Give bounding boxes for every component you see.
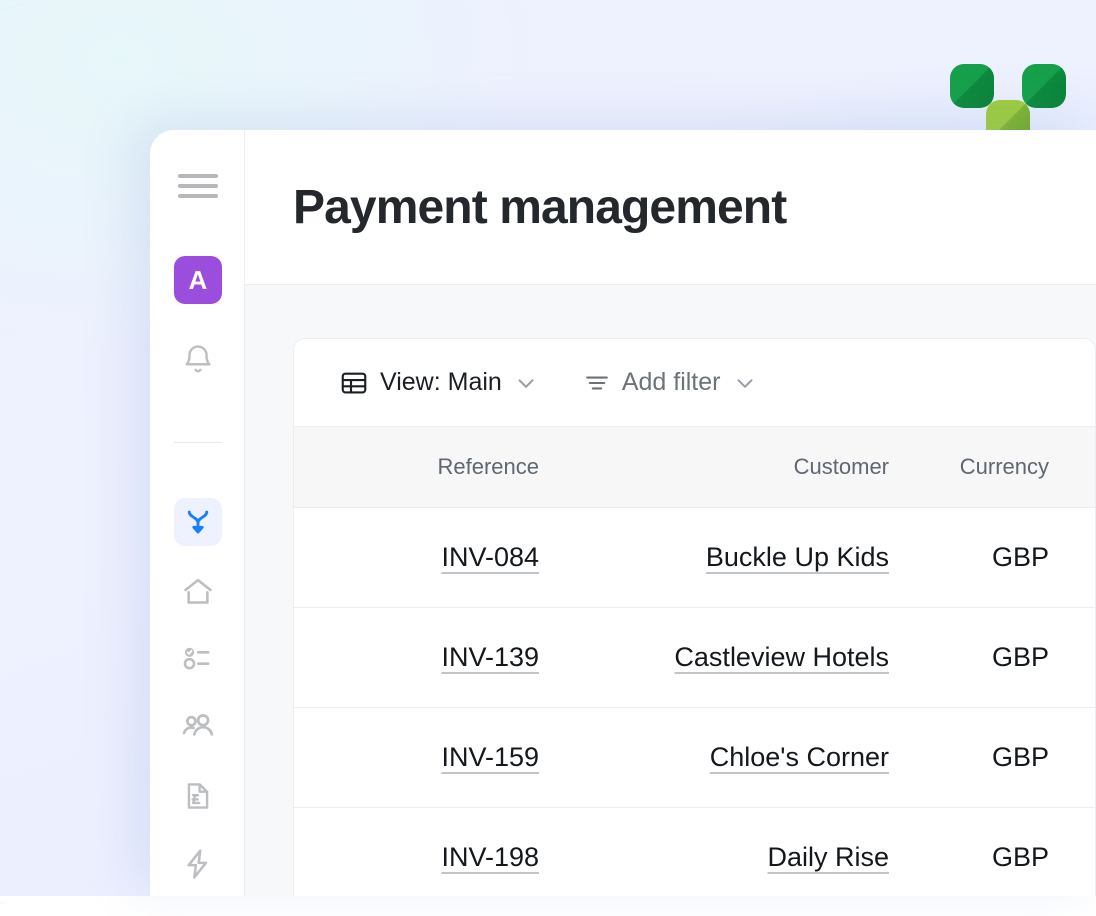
cell-customer: Buckle Up Kids xyxy=(539,507,889,607)
sidebar-item-automations[interactable] xyxy=(174,840,222,888)
cell-customer: Castleview Hotels xyxy=(539,607,889,707)
logo-tile-top-left xyxy=(950,64,994,108)
table-row[interactable]: INV-084 Buckle Up Kids GBP xyxy=(294,507,1095,607)
chevron-down-icon xyxy=(732,370,758,396)
customer-link[interactable]: Daily Rise xyxy=(767,842,889,872)
table-row[interactable]: INV-198 Daily Rise GBP xyxy=(294,807,1095,896)
sidebar-rail: A xyxy=(150,130,245,896)
table-header: Reference Customer Currency xyxy=(294,427,1095,507)
cell-currency: GBP xyxy=(889,507,1049,607)
cell-customer: Daily Rise xyxy=(539,807,889,896)
page-header: Payment management xyxy=(245,130,1096,285)
table-grid-icon xyxy=(339,368,369,398)
reference-link[interactable]: INV-084 xyxy=(441,542,539,572)
lightning-icon xyxy=(181,847,215,881)
people-icon xyxy=(180,708,216,744)
invoice-gbp-icon xyxy=(182,780,214,812)
reference-link[interactable]: INV-139 xyxy=(441,642,539,672)
chevron-down-icon xyxy=(513,370,539,396)
table-header-row: Reference Customer Currency xyxy=(294,427,1095,507)
payments-table: Reference Customer Currency INV-084 Buck… xyxy=(294,427,1095,896)
sidebar-item-invoices[interactable] xyxy=(174,772,222,820)
cell-reference: INV-084 xyxy=(294,507,539,607)
add-filter-label: Add filter xyxy=(622,368,721,397)
avatar: A xyxy=(174,256,222,304)
table-toolbar: View: Main Add filt xyxy=(294,339,1095,427)
sidebar-item-contacts[interactable] xyxy=(174,702,222,750)
sidebar-item-home[interactable] xyxy=(174,568,222,616)
table-row[interactable]: INV-159 Chloe's Corner GBP xyxy=(294,707,1095,807)
backdrop-streak-decoration-bottom xyxy=(0,796,160,916)
table-body: INV-084 Buckle Up Kids GBP INV-139 Castl… xyxy=(294,507,1095,896)
page-title: Payment management xyxy=(293,180,786,235)
merge-arrow-icon xyxy=(183,507,213,537)
filter-lines-icon xyxy=(583,369,611,397)
sidebar-item-tasks[interactable] xyxy=(174,634,222,682)
column-header-spacer xyxy=(1049,427,1095,507)
column-header-reference[interactable]: Reference xyxy=(294,427,539,507)
payments-table-card: View: Main Add filt xyxy=(293,338,1096,896)
cell-currency: GBP xyxy=(889,807,1049,896)
notifications-button[interactable] xyxy=(174,336,222,384)
main-column: Payment management View: Main xyxy=(245,130,1096,896)
sidebar-divider xyxy=(174,442,222,443)
reference-link[interactable]: INV-159 xyxy=(441,742,539,772)
customer-link[interactable]: Buckle Up Kids xyxy=(706,542,889,572)
add-filter-button[interactable]: Add filter xyxy=(577,364,764,401)
app-window: A xyxy=(150,130,1096,896)
cell-reference: INV-159 xyxy=(294,707,539,807)
avatar-button[interactable]: A xyxy=(174,256,222,304)
view-selector-label: View: Main xyxy=(380,368,502,397)
sidebar-item-payments[interactable] xyxy=(174,498,222,546)
cell-currency: GBP xyxy=(889,707,1049,807)
home-icon xyxy=(181,575,215,609)
cell-spacer xyxy=(1049,707,1095,807)
cell-reference: INV-139 xyxy=(294,607,539,707)
cell-spacer xyxy=(1049,607,1095,707)
column-header-customer[interactable]: Customer xyxy=(539,427,889,507)
cell-spacer xyxy=(1049,507,1095,607)
reference-link[interactable]: INV-198 xyxy=(441,842,539,872)
table-row[interactable]: INV-139 Castleview Hotels GBP xyxy=(294,607,1095,707)
bell-icon xyxy=(181,343,215,377)
content-area: View: Main Add filt xyxy=(245,285,1096,896)
cell-currency: GBP xyxy=(889,607,1049,707)
view-selector-button[interactable]: View: Main xyxy=(333,364,545,402)
customer-link[interactable]: Castleview Hotels xyxy=(674,642,889,672)
customer-link[interactable]: Chloe's Corner xyxy=(710,742,889,772)
hamburger-menu-icon xyxy=(178,174,218,198)
logo-tile-top-right xyxy=(1022,64,1066,108)
cell-spacer xyxy=(1049,807,1095,896)
column-header-currency[interactable]: Currency xyxy=(889,427,1049,507)
backdrop-streak-decoration-top xyxy=(0,0,200,104)
hamburger-menu-button[interactable] xyxy=(174,162,222,210)
cell-customer: Chloe's Corner xyxy=(539,707,889,807)
cell-reference: INV-198 xyxy=(294,807,539,896)
checklist-icon xyxy=(181,641,215,675)
